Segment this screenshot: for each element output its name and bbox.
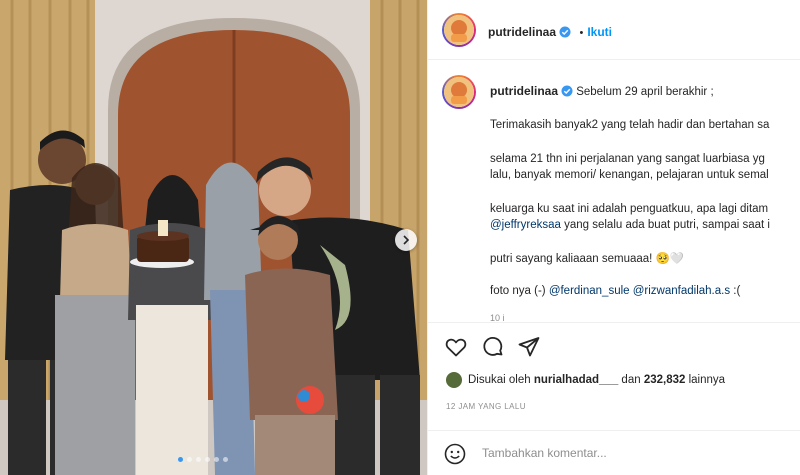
likes-middle: dan <box>618 374 644 386</box>
comment-input[interactable] <box>480 445 784 461</box>
mention-link[interactable]: @ferdinan_sule <box>549 285 630 297</box>
post-photo[interactable] <box>0 0 427 475</box>
caption-line: putri sayang kaliaaan semuaaa! 🥺🤍 <box>490 253 685 265</box>
heart-icon[interactable] <box>444 335 468 359</box>
likes-suffix: lainnya <box>685 374 726 386</box>
carousel-dot <box>205 457 210 462</box>
caption-area: putridelinaa Sebelum 29 april berakhir ;… <box>428 61 800 321</box>
caption-line: Terimakasih banyak2 yang telah hadir dan… <box>490 119 770 131</box>
caption-line: keluarga ku saat ini adalah penguatkuu, … <box>490 203 769 215</box>
caption-line-mention: @jeffryreksaa yang selalu ada buat putri… <box>490 219 770 231</box>
caption-text: Sebelum 29 april berakhir ; <box>576 86 714 98</box>
likes-summary: Disukai oleh nurialhadad___ dan 232,832 … <box>446 372 725 388</box>
carousel-indicator <box>178 457 228 462</box>
liker-avatar[interactable] <box>446 372 462 388</box>
carousel-dot <box>178 457 183 462</box>
avatar-image <box>444 15 474 45</box>
follow-button[interactable]: Ikuti <box>587 25 612 39</box>
carousel-next-button[interactable] <box>395 229 417 251</box>
separator-dot: • <box>579 27 584 39</box>
profile-picture-icon <box>444 77 474 107</box>
caption-line: lalu, banyak memori/ kenangan, pelajaran… <box>490 169 769 181</box>
emoji-icon[interactable] <box>444 443 466 465</box>
comment-bar <box>428 430 800 475</box>
caption-text: :( <box>730 285 741 297</box>
likes-count[interactable]: 232,832 <box>644 374 686 386</box>
liker-username[interactable]: nurialhadad___ <box>534 374 618 386</box>
verified-badge-icon <box>559 25 571 43</box>
header-username[interactable]: putridelinaa <box>488 25 556 39</box>
caption-line: selama 21 thn ini perjalanan yang sangat… <box>490 153 765 165</box>
mention-link[interactable]: @jeffryreksaa <box>490 219 561 231</box>
caption-text: yang selalu ada buat putri, sampai saat … <box>560 219 770 231</box>
share-icon[interactable] <box>517 335 541 359</box>
post-side-panel: putridelinaa • Ikuti putridelinaa Sebelum… <box>427 0 800 475</box>
avatar[interactable] <box>442 13 476 47</box>
avatar-image <box>444 77 474 107</box>
mention-link[interactable]: @rizwanfadilah.a.s <box>633 285 730 297</box>
header-user-row: putridelinaa • Ikuti <box>488 23 612 43</box>
post-timestamp[interactable]: 12 JAM YANG LALU <box>446 402 526 411</box>
carousel-dot <box>196 457 201 462</box>
caption-avatar[interactable] <box>442 75 476 109</box>
caption-line-credits: foto nya (-) @ferdinan_sule @rizwanfadil… <box>490 285 740 297</box>
photo-image <box>0 0 427 475</box>
carousel-dot <box>223 457 228 462</box>
chevron-right-icon <box>403 235 410 245</box>
caption-first-line: putridelinaa Sebelum 29 april berakhir ; <box>490 84 714 100</box>
carousel-dot <box>214 457 219 462</box>
caption-text: foto nya (-) <box>490 285 549 297</box>
profile-picture-icon <box>444 15 474 45</box>
caption-truncated-text: 10 j <box>490 313 505 321</box>
verified-badge-icon <box>561 85 573 100</box>
carousel-dot <box>187 457 192 462</box>
likes-prefix: Disukai oleh <box>468 374 531 386</box>
comment-icon[interactable] <box>481 335 505 359</box>
caption-username[interactable]: putridelinaa <box>490 84 558 98</box>
post-header: putridelinaa • Ikuti <box>428 0 800 60</box>
